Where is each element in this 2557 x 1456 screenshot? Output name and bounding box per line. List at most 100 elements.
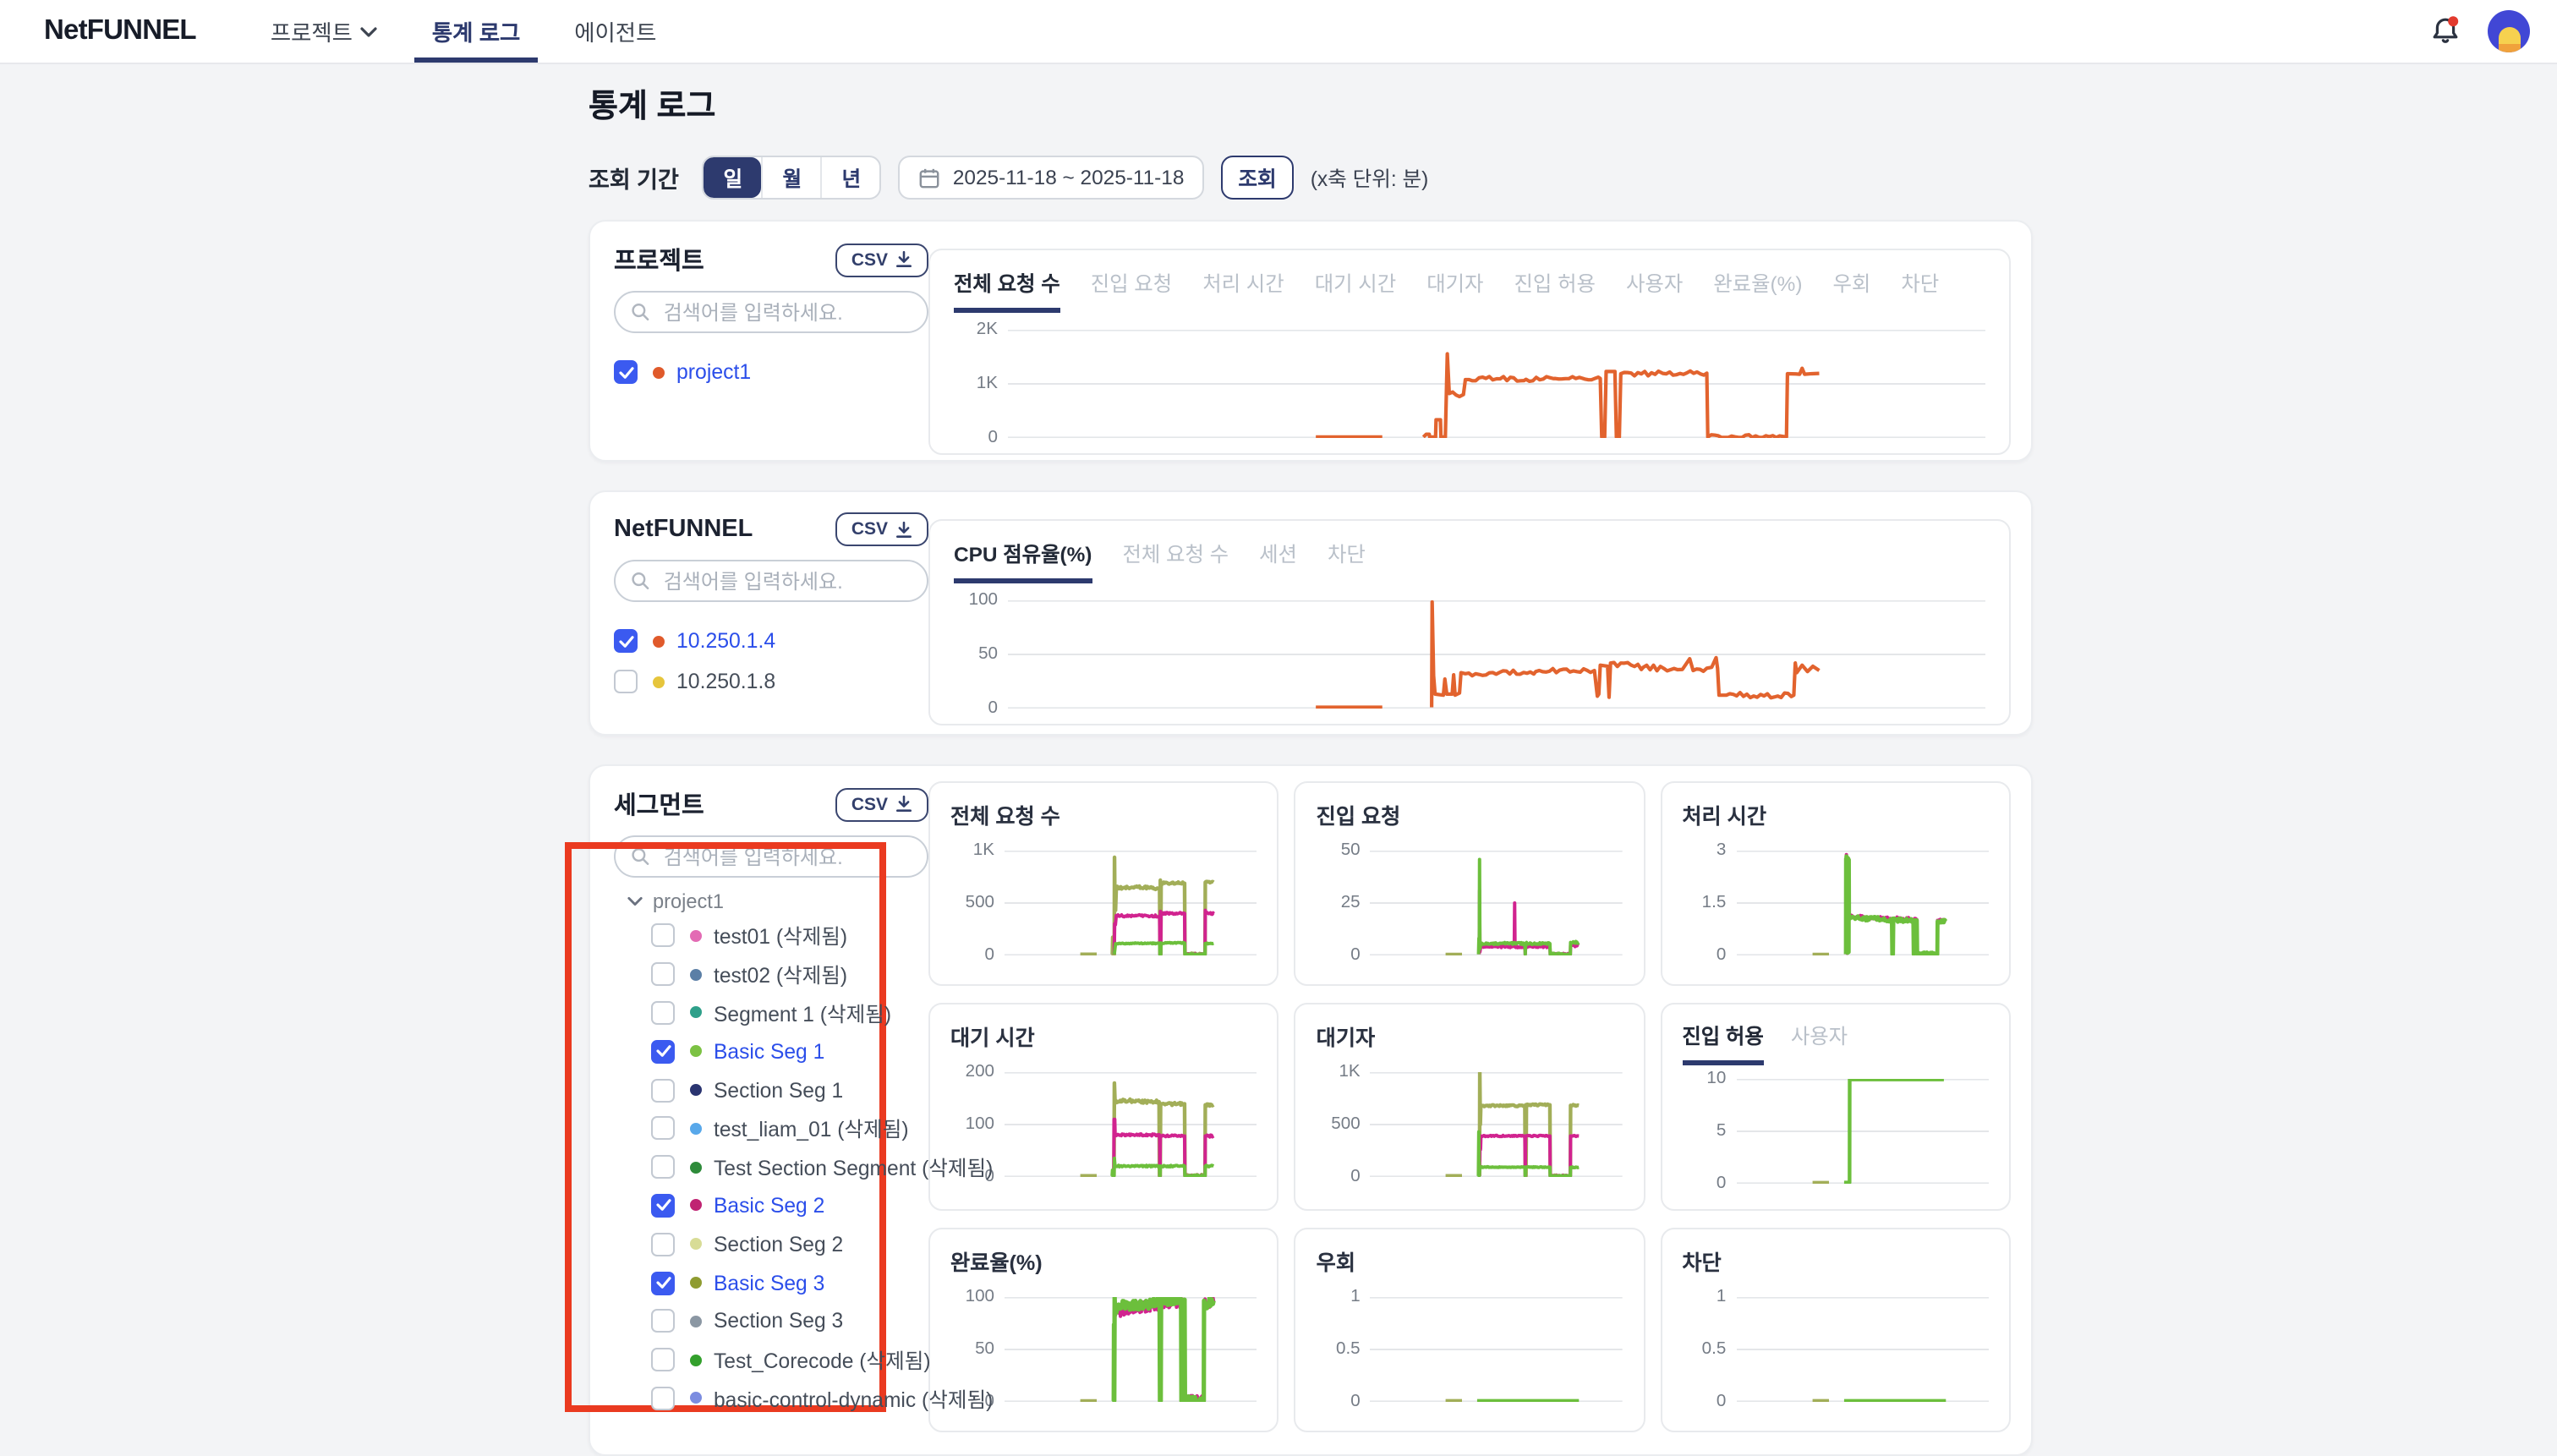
main-content: 통계 로그 조회 기간 일월년 2025-11-18 ~ 2025-11-18 … xyxy=(589,81,2033,1456)
period-option-button[interactable]: 월 xyxy=(762,157,821,198)
notification-bell-icon[interactable] xyxy=(2428,14,2462,48)
series-color-dot xyxy=(690,1007,702,1019)
item-label: test02 (삭제됨) xyxy=(714,959,847,989)
item-checkbox[interactable] xyxy=(614,670,638,693)
item-checkbox[interactable] xyxy=(651,924,675,948)
chart-tab[interactable]: 차단 xyxy=(1901,267,1939,313)
netfunnel-search-input[interactable] xyxy=(660,567,913,594)
chevron-down-icon xyxy=(627,896,643,906)
segment-search-input[interactable] xyxy=(660,843,913,870)
item-checkbox[interactable] xyxy=(614,360,638,384)
list-item: Section Seg 2 xyxy=(614,1225,928,1264)
user-avatar[interactable] xyxy=(2488,10,2530,52)
series-color-dot xyxy=(690,1277,702,1289)
plot-area xyxy=(1005,1072,1257,1177)
list-item: Test_Corecode (삭제됨) xyxy=(614,1341,928,1380)
chart-tab[interactable]: 처리 시간 xyxy=(1202,267,1284,313)
segment-search-box xyxy=(614,835,928,878)
segment-chart-card: 전체 요청 수 1K5000 xyxy=(928,781,1279,986)
item-checkbox[interactable] xyxy=(651,1310,675,1333)
netfunnel-csv-button[interactable]: CSV xyxy=(836,512,928,546)
item-label: Basic Seg 1 xyxy=(714,1040,824,1064)
item-checkbox[interactable] xyxy=(651,1233,675,1256)
netfunnel-chart-tabs: CPU 점유율(%) 전체 요청 수 세션 차단 xyxy=(954,538,1985,583)
segment-chart: 10.50 xyxy=(1682,1297,1989,1402)
segment-chart: 1K5000 xyxy=(950,851,1257,955)
item-checkbox[interactable] xyxy=(651,1001,675,1025)
segment-chart-title: 대기자 xyxy=(1317,1020,1623,1052)
segment-tree-root[interactable]: project1 xyxy=(614,886,928,917)
item-label: Basic Seg 2 xyxy=(714,1194,824,1218)
segment-chart-title: 진입 요청 xyxy=(1317,798,1623,830)
item-checkbox[interactable] xyxy=(651,1117,675,1141)
netfunnel-chart: 100500 xyxy=(954,600,1985,709)
chart-tab[interactable]: 진입 허용 xyxy=(1514,267,1596,313)
item-checkbox[interactable] xyxy=(651,1040,675,1064)
series-color-dot xyxy=(690,1161,702,1173)
search-icon xyxy=(631,301,650,323)
chart-tab[interactable]: 대기자 xyxy=(1426,267,1483,313)
y-axis-label: 0 xyxy=(1317,946,1361,965)
chart-tab[interactable]: 대기 시간 xyxy=(1315,267,1397,313)
item-checkbox[interactable] xyxy=(651,1155,675,1179)
date-range-field[interactable]: 2025-11-18 ~ 2025-11-18 xyxy=(899,156,1205,200)
y-axis-label: 50 xyxy=(950,1340,994,1359)
segment-chart-title: 전체 요청 수 xyxy=(950,798,1257,830)
download-icon xyxy=(895,250,913,269)
item-checkbox[interactable] xyxy=(651,1348,675,1371)
series-color-dot xyxy=(690,930,702,942)
nav-item-label: 프로젝트 xyxy=(271,15,353,47)
plot-area xyxy=(1736,851,1989,955)
nav-item[interactable]: 프로젝트 xyxy=(244,0,405,63)
segment-chart-card: 처리 시간31.50 xyxy=(1660,781,2011,986)
chart-tab[interactable]: 진입 요청 xyxy=(1091,267,1173,313)
y-axis-label: 0.5 xyxy=(1317,1340,1361,1359)
chart-tab[interactable]: CPU 점유율(%) xyxy=(954,538,1092,583)
item-label: Section Seg 2 xyxy=(714,1233,843,1256)
navbar-right xyxy=(2428,10,2557,52)
item-checkbox[interactable] xyxy=(651,962,675,986)
y-axis-label: 0 xyxy=(1682,1174,1726,1193)
project-search-box xyxy=(614,291,928,333)
list-item: Section Seg 3 xyxy=(614,1302,928,1341)
project-panel-left: 프로젝트 CSV project1 xyxy=(614,242,928,392)
project-search-input[interactable] xyxy=(660,298,913,326)
segment-chart-card: 차단10.50 xyxy=(1660,1228,2011,1432)
list-item: test_liam_01 (삭제됨) xyxy=(614,1109,928,1148)
netfunnel-search-box xyxy=(614,560,928,602)
nav-item[interactable]: 에이전트 xyxy=(547,0,683,63)
netfunnel-panel: NetFUNNEL CSV 10.250.1.410.250.1.8 CPU 점… xyxy=(589,490,2033,736)
project-panel-title: 프로젝트 xyxy=(614,242,704,277)
y-axis-label: 1 xyxy=(1317,1288,1361,1306)
chart-tab[interactable]: 세션 xyxy=(1259,538,1297,583)
project-panel: 프로젝트 CSV project1 전체 요청 수 진입 요청 처리 시간 대기 시간… xyxy=(589,220,2033,462)
nav-item[interactable]: 통계 로그 xyxy=(405,0,547,63)
y-axis-label: 50 xyxy=(1317,841,1361,860)
chart-tab[interactable]: 진입 허용 xyxy=(1682,1020,1764,1065)
plot-area xyxy=(1008,330,1985,438)
y-axis-label: 0 xyxy=(954,429,998,447)
chart-tab[interactable]: 전체 요청 수 xyxy=(1122,538,1229,583)
chart-tab[interactable]: 차단 xyxy=(1328,538,1366,583)
series-color-dot xyxy=(690,1316,702,1327)
chart-tab[interactable]: 사용자 xyxy=(1791,1020,1848,1065)
y-axis-label: 1.5 xyxy=(1682,894,1726,912)
chart-tab[interactable]: 완료율(%) xyxy=(1713,267,1802,313)
list-item: Segment 1 (삭제됨) xyxy=(614,993,928,1032)
y-axis-label: 500 xyxy=(1317,1115,1361,1134)
chart-tab[interactable]: 우회 xyxy=(1832,267,1870,313)
project-csv-button[interactable]: CSV xyxy=(836,243,928,276)
item-checkbox[interactable] xyxy=(651,1387,675,1410)
item-checkbox[interactable] xyxy=(651,1194,675,1218)
query-button[interactable]: 조회 xyxy=(1221,156,1293,200)
series-color-dot xyxy=(690,1354,702,1366)
chart-tab[interactable]: 전체 요청 수 xyxy=(954,267,1060,313)
item-checkbox[interactable] xyxy=(651,1078,675,1102)
item-checkbox[interactable] xyxy=(614,629,638,653)
segment-csv-button[interactable]: CSV xyxy=(836,787,928,821)
item-checkbox[interactable] xyxy=(651,1271,675,1295)
period-option-button[interactable]: 년 xyxy=(821,157,880,198)
segment-chart: 10.50 xyxy=(1317,1297,1623,1402)
period-option-button[interactable]: 일 xyxy=(704,157,762,198)
chart-tab[interactable]: 사용자 xyxy=(1626,267,1683,313)
